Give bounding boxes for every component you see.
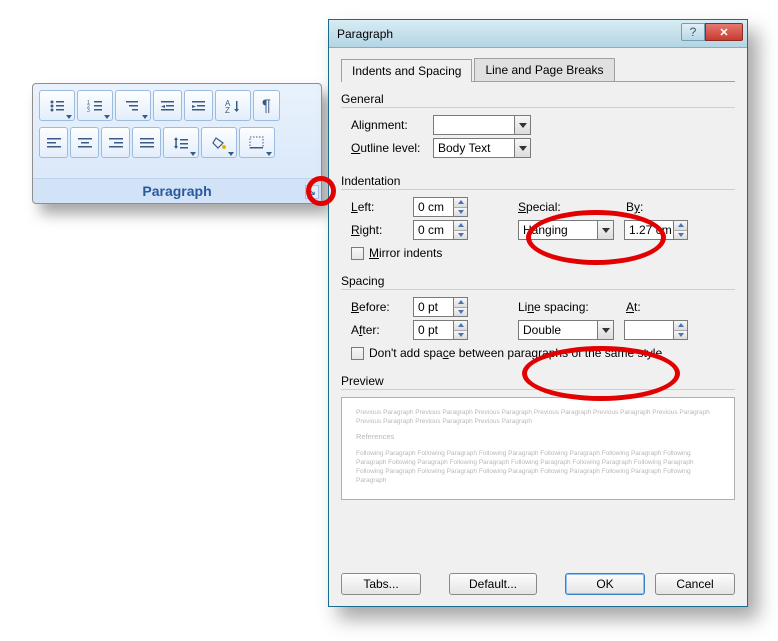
titlebar: Paragraph ? ✕	[329, 20, 747, 48]
chevron-down-icon[interactable]	[514, 139, 530, 157]
dialog-tabs: Indents and Spacing Line and Page Breaks	[341, 58, 735, 82]
close-button[interactable]: ✕	[705, 23, 743, 41]
borders-button[interactable]	[239, 127, 275, 158]
outline-dropdown[interactable]: Body Text	[433, 138, 531, 158]
ok-button[interactable]: OK	[565, 573, 645, 595]
preview-legend: Preview	[341, 374, 735, 388]
ribbon-paragraph-group: 123 AZ ¶ Paragraph ↘	[32, 83, 322, 204]
indent-right-label: Right:	[351, 223, 413, 237]
by-label: By:	[626, 200, 666, 214]
bullets-button[interactable]	[39, 90, 75, 121]
paragraph-dialog: Paragraph ? ✕ Indents and Spacing Line a…	[328, 19, 748, 607]
tab-line-page-breaks[interactable]: Line and Page Breaks	[474, 58, 614, 81]
sort-button[interactable]: AZ	[215, 90, 251, 121]
indentation-legend: Indentation	[341, 174, 735, 188]
default-button[interactable]: Default...	[449, 573, 537, 595]
indent-left-label: Left:	[351, 200, 413, 214]
show-hide-button[interactable]: ¶	[253, 90, 280, 121]
dont-add-space-checkbox[interactable]	[351, 347, 364, 360]
decrease-indent-button[interactable]	[153, 90, 182, 121]
shading-button[interactable]	[201, 127, 237, 158]
line-spacing-dropdown[interactable]: Double	[518, 320, 614, 340]
tab-indents-spacing[interactable]: Indents and Spacing	[341, 59, 472, 82]
general-legend: General	[341, 92, 735, 106]
by-spinner[interactable]: 1.27 cm	[624, 220, 688, 240]
special-dropdown[interactable]: Hanging	[518, 220, 614, 240]
align-right-button[interactable]	[101, 127, 130, 158]
alignment-dropdown[interactable]	[433, 115, 531, 135]
tabs-button[interactable]: Tabs...	[341, 573, 421, 595]
indent-left-spinner[interactable]: 0 cm	[413, 197, 468, 217]
dont-add-space-label: Don't add space between paragraphs of th…	[369, 346, 662, 360]
line-spacing-label: Line spacing:	[518, 300, 614, 314]
multilevel-list-button[interactable]	[115, 90, 151, 121]
dialog-title: Paragraph	[337, 27, 393, 41]
special-label: Special:	[518, 200, 596, 214]
at-label: At:	[626, 300, 666, 314]
cancel-button[interactable]: Cancel	[655, 573, 735, 595]
help-button[interactable]: ?	[681, 23, 705, 41]
svg-text:Z: Z	[225, 106, 230, 113]
alignment-label: Alignment:	[351, 118, 433, 132]
numbering-button[interactable]: 123	[77, 90, 113, 121]
ribbon-group-label: Paragraph	[142, 183, 211, 199]
align-center-button[interactable]	[70, 127, 99, 158]
spacing-legend: Spacing	[341, 274, 735, 288]
spacing-after-label: After:	[351, 323, 413, 337]
dialog-launcher-icon[interactable]: ↘	[305, 185, 319, 199]
align-left-button[interactable]	[39, 127, 68, 158]
spacing-after-spinner[interactable]: 0 pt	[413, 320, 468, 340]
spacing-before-label: Before:	[351, 300, 413, 314]
justify-button[interactable]	[132, 127, 161, 158]
preview-box: Previous Paragraph Previous Paragraph Pr…	[341, 397, 735, 500]
mirror-indents-label: Mirror indents	[369, 246, 442, 260]
indent-right-spinner[interactable]: 0 cm	[413, 220, 468, 240]
chevron-down-icon[interactable]	[514, 116, 530, 134]
spacing-before-spinner[interactable]: 0 pt	[413, 297, 468, 317]
svg-text:3: 3	[87, 108, 90, 113]
line-spacing-button[interactable]	[163, 127, 199, 158]
chevron-down-icon[interactable]	[597, 321, 613, 339]
increase-indent-button[interactable]	[184, 90, 213, 121]
at-spinner[interactable]	[624, 320, 688, 340]
outline-label: Outline level:	[351, 141, 433, 155]
chevron-down-icon[interactable]	[597, 221, 613, 239]
mirror-indents-checkbox[interactable]	[351, 247, 364, 260]
